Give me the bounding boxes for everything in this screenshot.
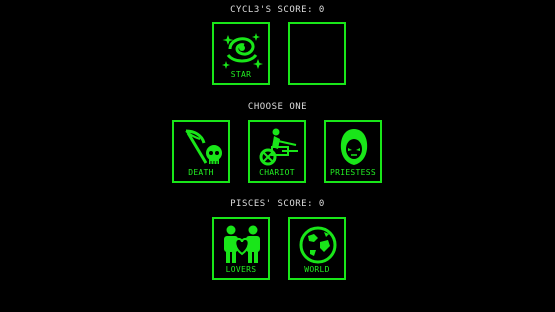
chariot-rider-icon <box>259 128 298 166</box>
card-label: LOVERS <box>225 265 257 274</box>
player-card-lovers: LOVERS <box>212 217 270 280</box>
globe-world-icon <box>299 226 337 264</box>
card-label: WORLD <box>304 265 330 274</box>
player-score: PISCES' SCORE: 0 <box>230 199 325 209</box>
opponent-score: CYCL3'S SCORE: 0 <box>230 5 325 15</box>
choice-card-death[interactable]: DEATH <box>172 120 230 183</box>
choose-prompt: CHOOSE ONE <box>247 102 308 112</box>
star-swirl-icon <box>222 33 263 69</box>
card-label: STAR <box>230 70 252 79</box>
scythe-skull-icon <box>185 129 222 164</box>
hooded-figure-icon <box>340 129 368 165</box>
choice-card-priestess[interactable]: PRIESTESS <box>324 120 382 183</box>
card-label: PRIESTESS <box>329 168 377 177</box>
lovers-heart-icon <box>224 225 260 263</box>
card-label: DEATH <box>188 168 214 177</box>
player-card-world: WORLD <box>288 217 346 280</box>
opponent-card-empty <box>288 22 346 85</box>
card-label: CHARIOT <box>259 168 295 177</box>
opponent-card-star: STAR <box>212 22 270 85</box>
choice-card-chariot[interactable]: CHARIOT <box>248 120 306 183</box>
